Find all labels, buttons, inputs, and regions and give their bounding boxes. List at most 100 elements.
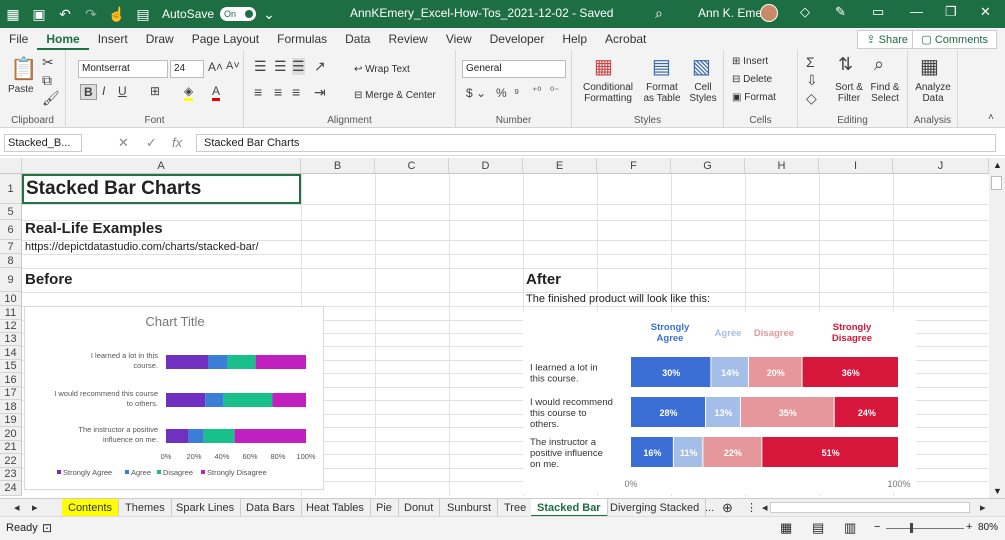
next-sheet-icon[interactable]: ▸ [26,499,44,517]
row-header[interactable]: 8 [0,254,22,268]
tab-draw[interactable]: Draw [137,28,183,50]
format-painter-icon[interactable]: 🖌 [42,90,60,107]
avatar[interactable] [760,4,778,22]
row-header[interactable]: 14 [0,346,22,360]
tab-diverging-stacked[interactable]: Diverging Stacked [604,499,707,517]
hscroll-right-icon[interactable]: ▸ [974,499,992,517]
cell-url[interactable]: https://depictdatastudio.com/charts/stac… [25,241,259,253]
sort-filter-button[interactable]: Sort & Filter [832,82,866,104]
paste-button[interactable]: Paste [8,84,34,95]
font-color-icon[interactable]: A [212,84,221,101]
column-header[interactable]: I [819,158,893,174]
row-header[interactable]: 11 [0,306,22,320]
number-format-select[interactable]: General [462,60,566,78]
tab-data[interactable]: Data [336,28,379,50]
minimize-icon[interactable]: — [910,4,923,19]
tab-heat-tables[interactable]: Heat Tables [300,499,371,517]
clear-icon[interactable]: ◇ [806,90,817,107]
orientation-icon[interactable]: ↗ [314,58,326,75]
save-icon[interactable]: ▣ [26,0,52,28]
column-header[interactable]: B [301,158,375,174]
page-layout-view-icon[interactable]: ▤ [812,520,824,536]
row-header[interactable]: 18 [0,400,22,414]
delete-cells-button[interactable]: ⊟ Delete [732,74,772,85]
tab-sunburst[interactable]: Sunburst [441,499,499,517]
tab-contents[interactable]: Contents [62,499,120,517]
align-center-icon[interactable]: ≡ [274,84,282,100]
prev-sheet-icon[interactable]: ◂ [8,499,26,517]
diamond-icon[interactable]: ◇ [800,4,810,20]
comma-icon[interactable]: ⁹ [514,86,519,100]
find-icon[interactable]: ⌕ [874,54,884,75]
align-left-icon[interactable]: ≡ [254,84,262,100]
row-header[interactable]: 24 [0,481,22,496]
tab-insert[interactable]: Insert [89,28,137,50]
cancel-icon[interactable]: ✕ [118,135,129,151]
insert-cells-button[interactable]: ⊞ Insert [732,56,768,67]
format-table-icon[interactable]: ▤ [652,54,671,79]
column-header[interactable]: A [22,158,301,174]
merge-center-button[interactable]: ⊟ Merge & Center [354,90,436,101]
scroll-up-icon[interactable]: ▲ [993,160,1002,170]
sort-filter-icon[interactable]: ⇅ [838,54,853,75]
scroll-thumb[interactable] [991,176,1002,190]
comments-button[interactable]: ▢ Comments [912,30,997,49]
cell-after[interactable]: After [526,271,561,288]
cell-real-life-examples[interactable]: Real-Life Examples [25,220,163,237]
row-header[interactable]: 15 [0,360,22,373]
decrease-decimal-icon[interactable]: ⁰⁻ [550,86,559,97]
column-header[interactable]: F [597,158,671,174]
find-select-button[interactable]: Find & Select [868,82,902,104]
tab-acrobat[interactable]: Acrobat [596,28,655,50]
zoom-out-icon[interactable]: − [874,521,880,533]
tab-data-bars[interactable]: Data Bars [240,499,302,517]
conditional-formatting-icon[interactable]: ▦ [594,54,613,79]
underline-icon[interactable]: U [118,84,127,98]
tab-donut[interactable]: Donut [398,499,441,517]
fill-color-icon[interactable]: ◈ [184,84,194,101]
tab-pie[interactable]: Pie [370,499,399,517]
borders-icon[interactable]: ⊞ [150,84,160,98]
row-header[interactable]: 10 [0,292,22,306]
enter-icon[interactable]: ✓ [146,135,157,151]
shrink-font-icon[interactable]: A˅ [226,60,240,72]
tab-file[interactable]: File [0,28,37,50]
insert-function-icon[interactable]: fx [172,135,182,150]
column-header[interactable]: G [671,158,745,174]
column-header[interactable]: E [523,158,597,174]
macro-icon[interactable]: ⊡ [42,521,52,535]
row-header[interactable]: 20 [0,427,22,441]
cell-after-note[interactable]: The finished product will look like this… [526,293,710,305]
cell-styles-icon[interactable]: ▧ [692,54,711,79]
row-header[interactable]: 23 [0,468,22,481]
percent-icon[interactable]: % [496,86,507,100]
tab-view[interactable]: View [437,28,481,50]
copy-icon[interactable]: ⧉ [42,72,52,89]
chart-after[interactable]: Strongly Agree Agree Disagree Strongly Disagr… [523,312,916,494]
zoom-slider-thumb[interactable] [910,523,913,533]
name-box[interactable]: Stacked_B... [4,134,82,152]
row-header[interactable]: 16 [0,373,22,387]
redo-icon[interactable]: ↷ [78,0,104,28]
formula-input[interactable]: Stacked Bar Charts [196,134,996,152]
restore-icon[interactable]: ❐ [945,4,957,20]
indent-icon[interactable]: ⇥ [314,84,326,101]
row-header[interactable]: 19 [0,414,22,427]
vertical-scrollbar[interactable]: ▲ ▼ [989,158,1005,498]
row-header[interactable]: 22 [0,454,22,468]
add-sheet-icon[interactable]: ⊕ [716,499,739,517]
autosave-toggle[interactable]: On [220,7,257,21]
horizontal-scrollbar[interactable] [770,502,970,513]
autosum-icon[interactable]: Σ [806,54,815,70]
row-header[interactable]: 17 [0,387,22,400]
tab-tree[interactable]: Tree [498,499,534,517]
tab-help[interactable]: Help [553,28,596,50]
wrap-text-button[interactable]: ↩ Wrap Text [354,64,410,75]
normal-view-icon[interactable]: ▦ [780,520,792,536]
format-cells-button[interactable]: ▣ Format [732,92,776,103]
select-all-corner[interactable] [0,158,22,174]
tab-home[interactable]: Home [37,28,89,50]
row-header[interactable]: 13 [0,333,22,346]
zoom-level[interactable]: 80% [978,522,998,533]
align-middle-icon[interactable]: ☰ [274,58,287,75]
